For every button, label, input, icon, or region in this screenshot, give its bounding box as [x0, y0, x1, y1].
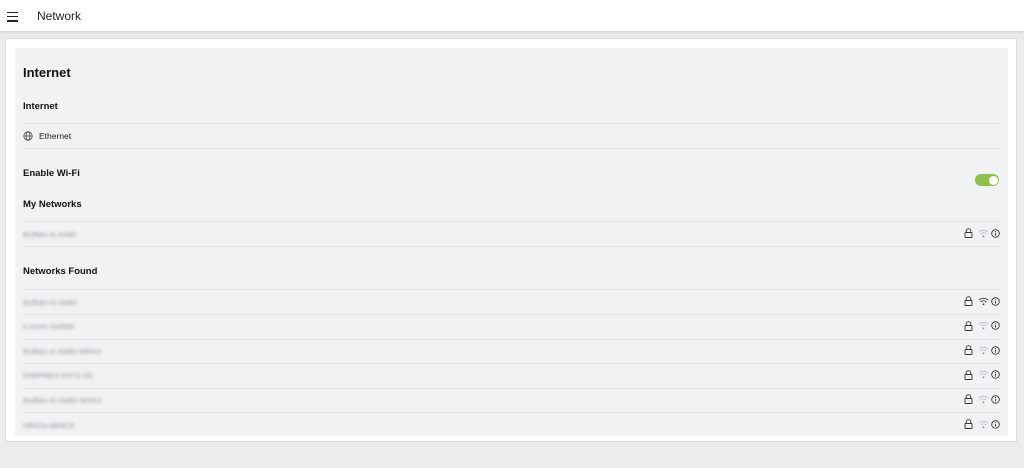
wifi-signal-icon: [978, 420, 989, 428]
divider: [23, 148, 1000, 149]
enable-wifi-label: Enable Wi-Fi: [23, 168, 80, 179]
internet-section-heading: Internet: [23, 101, 58, 112]
info-icon[interactable]: [991, 395, 1000, 404]
network-row[interactable]: Buffalo-G-A480-WPA3: [23, 388, 1000, 412]
my-networks-heading: My Networks: [23, 199, 82, 210]
wifi-signal-icon: [978, 229, 989, 237]
lock-icon: [964, 345, 973, 356]
wifi-signal-icon: [978, 346, 989, 354]
wifi-signal-icon: [978, 395, 989, 404]
app-title: Network: [37, 8, 82, 23]
info-icon[interactable]: [991, 370, 1000, 380]
lock-icon: [964, 419, 973, 429]
ethernet-label: Ethernet: [39, 131, 72, 141]
lock-icon: [964, 370, 973, 380]
panel-title: Internet: [23, 65, 71, 80]
network-row[interactable]: Buffalo-G-A480: [23, 290, 1000, 314]
wifi-signal-icon: [978, 322, 989, 330]
info-icon[interactable]: [991, 228, 1000, 238]
info-icon[interactable]: [991, 321, 1000, 330]
info-icon[interactable]: [991, 345, 1000, 355]
network-status-icons: [964, 296, 1000, 306]
network-status-icons: [964, 370, 1000, 380]
network-name: Buffalo-G-A480-WPA3: [23, 395, 102, 405]
lock-icon: [964, 394, 973, 405]
network-status-icons: [964, 228, 1000, 238]
ethernet-connection-row[interactable]: Ethernet: [23, 124, 1000, 148]
network-row[interactable]: HR02a-8B9CE: [23, 413, 1000, 437]
network-row[interactable]: Buffalo-A-A480: [23, 222, 1000, 246]
toggle-knob: [988, 175, 998, 185]
globe-icon: [23, 131, 33, 141]
internet-panel: Internet Internet Ethernet Enable Wi-Fi …: [15, 48, 1008, 436]
network-name: a-tomo-2a5f86: [23, 322, 75, 332]
network-name: Buffalo-A-A480: [23, 229, 77, 239]
network-status-icons: [964, 394, 1000, 405]
wifi-signal-icon: [978, 371, 989, 379]
network-row[interactable]: a-tomo-2a5f86: [23, 315, 1000, 339]
lock-icon: [964, 296, 973, 306]
network-name: DIMPMEX-F673-2G: [23, 371, 94, 381]
network-status-icons: [964, 345, 1000, 356]
network-name: Buffalo-A-A480-WPA3: [23, 346, 101, 356]
top-app-bar: Network: [0, 0, 1024, 32]
info-icon[interactable]: [991, 296, 1000, 306]
info-icon[interactable]: [991, 419, 1000, 429]
lock-icon: [964, 228, 973, 238]
lock-icon: [964, 320, 973, 331]
network-status-icons: [964, 419, 1000, 429]
divider: [23, 246, 1000, 247]
network-row[interactable]: Buffalo-A-A480-WPA3: [23, 339, 1000, 363]
network-status-icons: [964, 320, 1000, 331]
network-name: Buffalo-G-A480: [23, 297, 78, 307]
network-row[interactable]: DIMPMEX-F673-2G: [23, 364, 1000, 388]
network-name: HR02a-8B9CE: [23, 420, 75, 430]
wifi-signal-icon: [978, 297, 989, 305]
hamburger-menu-icon[interactable]: [7, 10, 21, 22]
networks-found-heading: Networks Found: [23, 266, 98, 277]
network-card: Internet Internet Ethernet Enable Wi-Fi …: [5, 38, 1017, 442]
wifi-toggle[interactable]: [975, 174, 999, 186]
